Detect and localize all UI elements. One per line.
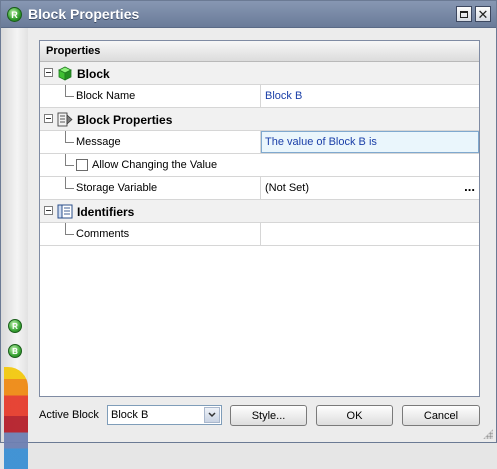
reliability-icon: R [8,319,22,333]
style-button[interactable]: Style... [230,405,307,426]
collapse-toggle-icon[interactable] [44,206,53,215]
column-divider[interactable] [260,177,261,199]
category-label: Block [77,67,110,81]
identifiers-icon [57,204,73,219]
property-label: Block Name [76,90,136,102]
app-logo-icon: R [7,7,22,22]
active-block-label: Active Block [39,409,99,421]
block-icon: B [8,344,22,358]
collapse-toggle-icon[interactable] [44,114,53,123]
maximize-icon [460,10,468,18]
ok-button[interactable]: OK [316,405,393,426]
category-label: Block Properties [77,113,173,127]
block-properties-icon [57,112,73,127]
color-band-decoration [4,367,28,469]
grid-header: Properties [40,41,479,62]
tree-connector [65,223,74,235]
active-block-dropdown[interactable]: Block B [107,405,222,425]
tree-connector [65,85,74,97]
category-block-properties[interactable]: Block Properties [40,108,479,131]
checkbox-label[interactable]: Allow Changing the Value [92,159,217,171]
active-block-value: Block B [111,409,149,421]
category-label: Identifiers [77,205,135,219]
cancel-button[interactable]: Cancel [402,405,480,426]
browse-ellipsis-button[interactable]: ... [464,179,475,194]
property-grid: Properties Block Block Name Block B Bloc… [39,40,480,397]
property-label: Comments [76,228,130,240]
window-title: Block Properties [28,6,140,22]
storage-variable-value[interactable]: (Not Set) [265,182,309,194]
close-icon: ✕ [477,6,489,22]
block-properties-window: R Block Properties ✕ R B Properties Bloc… [0,0,497,469]
block-name-value[interactable]: Block B [265,90,302,102]
collapse-toggle-icon[interactable] [44,68,53,77]
property-row-storage-variable[interactable]: Storage Variable (Not Set) ... [40,177,479,200]
property-label: Storage Variable [76,182,158,194]
close-button[interactable]: ✕ [475,6,491,22]
maximize-button[interactable] [456,6,472,22]
property-row-block-name[interactable]: Block Name Block B [40,85,479,108]
column-divider[interactable] [260,223,261,245]
tree-connector [65,131,74,143]
decorative-side-strip: R B [1,28,28,469]
column-divider[interactable] [260,85,261,107]
category-identifiers[interactable]: Identifiers [40,200,479,223]
tree-connector [65,154,74,166]
cube-icon [58,66,72,81]
category-block[interactable]: Block [40,62,479,85]
property-label: Message [76,136,121,148]
message-value-text: The value of Block B is [265,136,377,148]
message-value-field[interactable]: The value of Block B is [261,131,479,153]
property-row-comments[interactable]: Comments [40,223,479,246]
tree-connector [65,177,74,189]
property-row-allow-changing[interactable]: Allow Changing the Value [40,154,479,177]
dropdown-arrow-icon [208,412,216,418]
resize-grip-icon[interactable] [483,429,493,439]
property-row-message[interactable]: Message The value of Block B is [40,131,479,154]
chevron-down-icon[interactable] [204,407,220,423]
title-bar[interactable]: R Block Properties ✕ [1,1,496,28]
allow-changing-checkbox[interactable] [76,159,88,171]
